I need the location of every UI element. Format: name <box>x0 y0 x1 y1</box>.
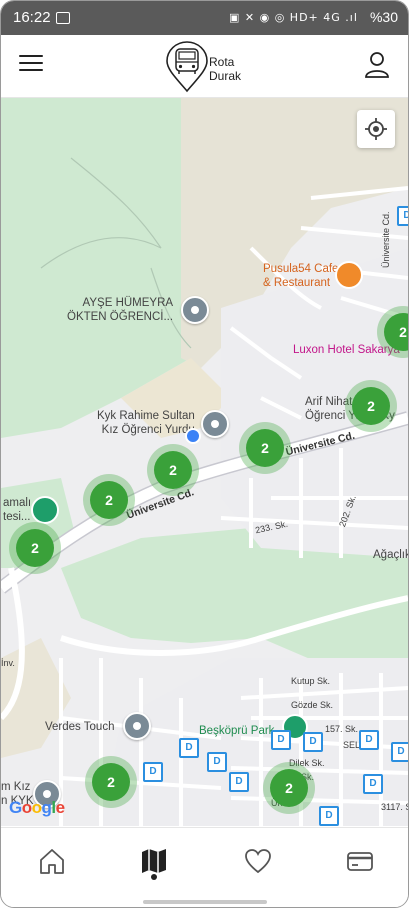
menu-button[interactable] <box>19 55 43 75</box>
bus-pin-logo-icon <box>166 41 208 93</box>
current-location-icon <box>185 428 201 444</box>
status-bar: 16:22 ▣ ✕ ◉ ◎ HD+ 4G .ıl %30 <box>1 1 408 35</box>
card-icon <box>347 852 373 871</box>
bus-stop-marker[interactable]: D <box>391 742 408 762</box>
stop-cluster[interactable]: 2 <box>83 474 135 526</box>
status-time: 16:22 <box>13 9 51 26</box>
street-label: 3117. Sk. <box>381 802 408 812</box>
logo-line-2: Durak <box>209 69 242 83</box>
app-logo: Rota Durak <box>165 41 251 93</box>
logo-line-1: Rota <box>209 55 235 69</box>
stop-cluster[interactable]: 2 <box>263 762 315 814</box>
poi-label[interactable]: AYŞE HÜMEYRA ÖKTEN ÖĞRENCİ... <box>67 296 173 324</box>
map-icon <box>142 849 166 873</box>
poi-label[interactable]: Ağaçlık <box>373 548 408 562</box>
cluster-count: 2 <box>154 451 192 489</box>
street-label: Gözde Sk. <box>291 700 334 710</box>
user-profile-button[interactable] <box>364 51 390 79</box>
street-label: SEL <box>343 740 361 750</box>
poi-label[interactable]: Kyk Rahime Sultan Kız Öğrenci Yurdu <box>97 409 195 437</box>
active-indicator <box>151 874 157 880</box>
menu-icon-line <box>19 69 43 71</box>
nav-map[interactable] <box>139 846 169 876</box>
google-attribution: Google <box>9 798 65 817</box>
map-view[interactable]: AYŞE HÜMEYRA ÖKTEN ÖĞRENCİ... Pusula54 C… <box>1 98 408 826</box>
map-base-layer <box>1 98 408 826</box>
cluster-count: 2 <box>352 387 390 425</box>
menu-icon-line <box>19 55 43 57</box>
cluster-count: 2 <box>246 429 284 467</box>
poi-pin-icon[interactable] <box>123 712 151 740</box>
bus-stop-marker[interactable]: D <box>271 730 291 750</box>
cluster-count: 2 <box>384 313 408 351</box>
poi-pin-icon[interactable] <box>31 496 59 524</box>
street-label: İnv. <box>1 658 15 668</box>
cluster-count: 2 <box>92 763 130 801</box>
nav-home[interactable] <box>37 846 67 876</box>
bus-stop-marker[interactable]: D <box>229 772 249 792</box>
crosshair-icon <box>365 118 387 140</box>
heart-icon <box>245 849 271 874</box>
poi-label[interactable]: Verdes Touch <box>45 720 114 734</box>
phone-frame: 16:22 ▣ ✕ ◉ ◎ HD+ 4G .ıl %30 Rota Durak … <box>0 0 409 908</box>
bus-stop-marker[interactable]: D <box>179 738 199 758</box>
stop-cluster[interactable]: 2 <box>147 444 199 496</box>
bus-stop-marker[interactable]: D <box>207 752 227 772</box>
menu-icon-line <box>19 62 43 64</box>
poi-pin-icon[interactable] <box>201 410 229 438</box>
street-label: Üniversite Cd. <box>381 211 391 268</box>
bus-stop-marker[interactable]: D <box>363 774 383 794</box>
cluster-count: 2 <box>90 481 128 519</box>
stop-cluster[interactable]: 2 <box>85 756 137 808</box>
poi-label[interactable]: Pusula54 Cafe & Restaurant <box>263 262 338 290</box>
gallery-icon <box>56 12 70 24</box>
bus-stop-marker[interactable]: D <box>303 732 323 752</box>
status-icons: ▣ ✕ ◉ ◎ HD+ 4G .ıl <box>229 11 358 24</box>
bus-stop-marker[interactable]: D <box>359 730 379 750</box>
logo-text: Rota Durak <box>209 55 241 83</box>
bottom-navigation <box>1 827 408 907</box>
poi-label[interactable]: amalı tesi... <box>3 496 31 524</box>
stop-cluster[interactable]: 2 <box>345 380 397 432</box>
cluster-count: 2 <box>270 769 308 807</box>
bus-stop-marker[interactable]: D <box>319 806 339 826</box>
my-location-button[interactable] <box>357 110 395 148</box>
stop-cluster[interactable]: 2 <box>239 422 291 474</box>
bus-stop-marker[interactable]: D <box>397 206 408 226</box>
cafe-pin-icon[interactable] <box>335 261 363 289</box>
gesture-bar <box>143 900 267 904</box>
battery-level: %30 <box>369 9 398 25</box>
nav-card[interactable] <box>345 846 375 876</box>
street-label: Kutup Sk. <box>291 676 331 686</box>
app-header: Rota Durak <box>1 35 408 98</box>
stop-cluster[interactable]: 2 <box>9 522 61 574</box>
user-icon <box>365 52 389 78</box>
street-label: 157. Sk. <box>325 724 359 734</box>
nav-favorites[interactable] <box>243 846 273 876</box>
bus-stop-marker[interactable]: D <box>143 762 163 782</box>
home-icon <box>40 849 64 874</box>
poi-pin-icon[interactable] <box>181 296 209 324</box>
poi-label[interactable]: Beşköprü Park <box>199 724 274 738</box>
cluster-count: 2 <box>16 529 54 567</box>
